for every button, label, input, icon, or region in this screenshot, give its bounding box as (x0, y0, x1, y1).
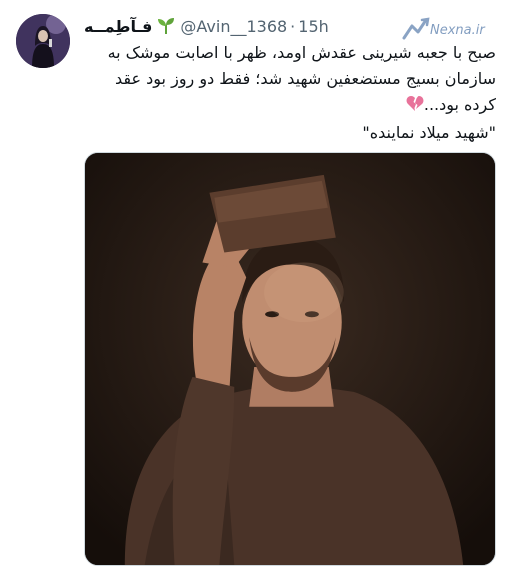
tweet: فـآطِمــه @Avin__1368 · 15h Nexna.ir صبح با… (0, 0, 512, 581)
tweet-text: صبح با جعبه شیرینی عقدش اومد، ظهر با اصا… (40, 40, 496, 146)
tweet-photo[interactable] (84, 152, 496, 566)
tweet-header: فـآطِمــه @Avin__1368 · 15h (84, 15, 414, 39)
timestamp[interactable]: 15h (298, 17, 329, 36)
tweet-text-line: "شهید میلاد نماینده" (362, 123, 496, 142)
separator-dot: · (290, 17, 296, 36)
tweet-text-fragment: کرده بود... (423, 95, 496, 114)
tweet-text-line: صبح با جعبه شیرینی عقدش اومد، ظهر با اصا… (107, 43, 496, 62)
watermark-text: Nexna.ir (430, 23, 485, 38)
tweet-text-line: کرده بود... (40, 92, 496, 120)
photo-image (85, 153, 495, 565)
sprout-icon (156, 17, 176, 42)
tweet-text-line: سازمان بسیج مستضعفین شهید شد؛ فقط دو روز… (115, 69, 496, 88)
broken-heart-icon (406, 94, 424, 120)
user-handle[interactable]: @Avin__1368 (180, 17, 287, 36)
display-name[interactable]: فـآطِمــه (84, 17, 152, 36)
